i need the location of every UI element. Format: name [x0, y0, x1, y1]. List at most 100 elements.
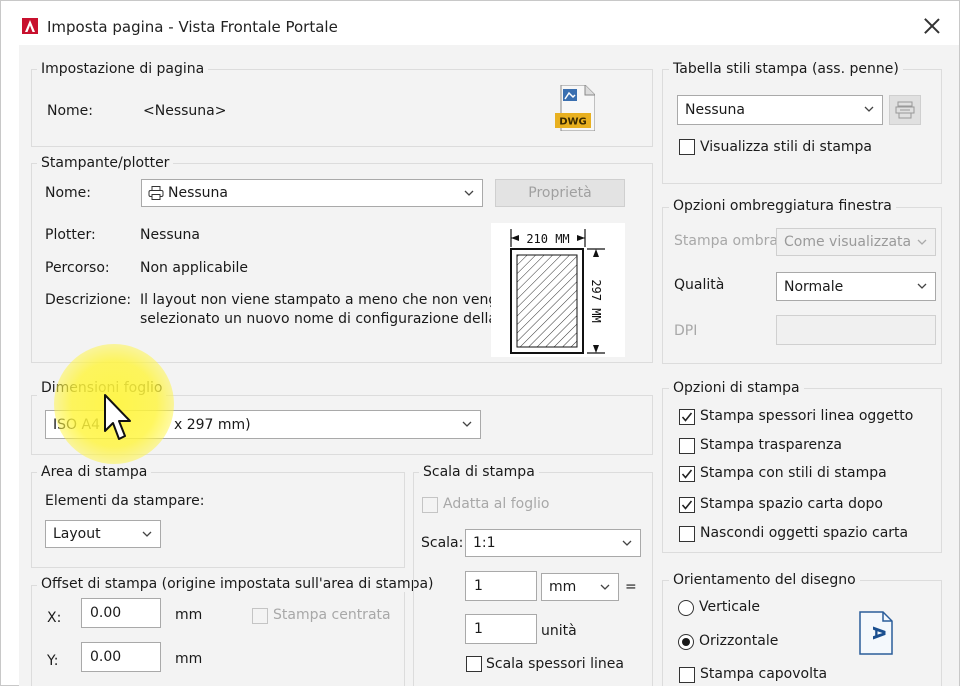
chevron-down-icon: [864, 104, 874, 114]
dpi-input[interactable]: [776, 315, 936, 345]
what-to-plot-value: Layout: [53, 526, 101, 542]
edit-plot-style-icon: [895, 101, 915, 119]
dpi-label: DPI: [674, 323, 698, 339]
plot-upside-down-checkbox[interactable]: [679, 667, 695, 683]
chevron-down-icon: [462, 419, 472, 429]
page-setup-group-label: Impostazione di pagina: [37, 61, 209, 77]
plot-options-group-label: Opzioni di stampa: [669, 380, 804, 396]
center-plot-label: Stampa centrata: [273, 607, 391, 623]
plot-option-label: Stampa spazio carta dopo: [700, 496, 883, 512]
shade-plot-value: Come visualizzata: [784, 234, 912, 250]
path-value: Non applicabile: [140, 260, 249, 276]
plot-scale-group-label: Scala di stampa: [419, 464, 539, 480]
page-setup-name-value: <Nessuna>: [143, 103, 227, 119]
autocad-app-icon: [22, 18, 38, 34]
center-plot-checkbox[interactable]: [252, 608, 268, 624]
window-title: Imposta pagina - Vista Frontale Portale: [47, 18, 338, 36]
scale-unit-select[interactable]: mm: [541, 573, 619, 601]
printer-group-label: Stampante/plotter: [37, 155, 174, 171]
preview-height-label: 297 MM: [589, 279, 603, 322]
orientation-glyph: A: [868, 626, 888, 640]
dwg-icon-text: DWG: [559, 117, 587, 128]
checkmark-icon: [681, 500, 693, 510]
paper-size-value-left: ISO A4: [53, 417, 100, 433]
dwg-file-icon: DWG: [555, 85, 595, 131]
offset-x-input[interactable]: 0.00: [81, 598, 161, 628]
edit-plot-style-button[interactable]: [889, 95, 921, 125]
title-bar: Imposta pagina - Vista Frontale Portale: [1, 1, 959, 45]
portrait-radio[interactable]: [678, 600, 694, 616]
quality-label: Qualità: [674, 277, 725, 293]
page-setup-dialog: Imposta pagina - Vista Frontale Portale …: [0, 0, 960, 686]
plot-object-lineweights-checkbox[interactable]: [679, 409, 695, 425]
chevron-down-icon: [464, 188, 474, 198]
paper-size-preview: 210 MM 297 MM: [491, 223, 625, 357]
plot-option-label: Stampa trasparenza: [700, 437, 842, 453]
plot-transparency-checkbox[interactable]: [679, 438, 695, 454]
what-to-plot-label: Elementi da stampare:: [45, 493, 205, 509]
paper-size-group-label: Dimensioni foglio: [37, 380, 167, 396]
printer-name-select[interactable]: Nessuna: [141, 179, 483, 207]
plot-style-table-group: [662, 69, 942, 184]
plot-area-group-label: Area di stampa: [37, 464, 152, 480]
scale-value2-input[interactable]: 1: [465, 614, 537, 644]
path-label: Percorso:: [45, 260, 110, 276]
scale-value1-input[interactable]: 1: [465, 571, 537, 601]
properties-button[interactable]: Proprietà: [495, 179, 625, 207]
orientation-preview-icon: A: [859, 611, 893, 655]
display-plot-styles-checkbox[interactable]: [679, 139, 695, 155]
what-to-plot-select[interactable]: Layout: [45, 520, 161, 548]
chevron-down-icon: [917, 237, 927, 247]
printer-name-value: Nessuna: [168, 185, 228, 201]
plot-option-label: Nascondi oggetti spazio carta: [700, 525, 909, 541]
scale-equals: =: [625, 579, 637, 595]
offset-y-label: Y:: [47, 653, 59, 669]
description-label: Descrizione:: [45, 292, 132, 308]
scale-label: Scala:: [421, 535, 464, 551]
landscape-radio[interactable]: [678, 634, 694, 650]
shaded-viewport-group-label: Opzioni ombreggiatura finestra: [669, 198, 896, 214]
scale-lineweights-checkbox[interactable]: [466, 656, 482, 672]
chevron-down-icon: [142, 529, 152, 539]
plotter-label: Plotter:: [45, 227, 96, 243]
display-plot-styles-label: Visualizza stili di stampa: [700, 139, 873, 155]
scale-unit-value: mm: [549, 579, 577, 595]
paper-size-select[interactable]: ISO A4 x 297 mm): [45, 410, 481, 439]
shade-plot-select[interactable]: Come visualizzata: [776, 228, 936, 256]
plot-option-label: Stampa spessori linea oggetto: [700, 408, 914, 424]
dialog-body: Impostazione di pagina Nome: <Nessuna> D…: [19, 45, 959, 686]
portrait-label: Verticale: [699, 599, 761, 615]
quality-value: Normale: [784, 279, 844, 295]
scale-select[interactable]: 1:1: [465, 529, 641, 557]
shade-plot-label: Stampa ombra: [674, 233, 778, 249]
scale-value: 1:1: [473, 535, 496, 551]
plotter-value: Nessuna: [140, 227, 200, 243]
preview-width-label: 210 MM: [526, 232, 569, 246]
fit-to-paper-checkbox[interactable]: [422, 497, 438, 513]
page-setup-name-label: Nome:: [47, 103, 94, 119]
fit-to-paper-label: Adatta al foglio: [443, 496, 550, 512]
plot-style-table-group-label: Tabella stili stampa (ass. penne): [669, 61, 903, 77]
plot-style-table-select[interactable]: Nessuna: [677, 95, 883, 125]
close-icon[interactable]: [921, 15, 943, 37]
plot-upside-down-label: Stampa capovolta: [700, 666, 828, 682]
chevron-down-icon: [917, 281, 927, 291]
plot-with-styles-checkbox[interactable]: [679, 466, 695, 482]
checkmark-icon: [681, 412, 693, 422]
offset-x-label: X:: [47, 610, 62, 626]
plot-style-table-value: Nessuna: [685, 102, 745, 118]
offset-y-unit: mm: [175, 651, 203, 667]
description-line-2: selezionato un nuovo nome di configurazi…: [140, 311, 497, 327]
chevron-down-icon: [600, 582, 610, 592]
description-line-1: Il layout non viene stampato a meno che …: [140, 292, 506, 308]
checkmark-icon: [681, 469, 693, 479]
paper-size-value-right: x 297 mm): [174, 417, 251, 433]
plot-offset-group-label: Offset di stampa (origine impostata sull…: [37, 576, 438, 592]
printer-name-label: Nome:: [45, 185, 92, 201]
scale-lineweights-label: Scala spessori linea: [486, 656, 624, 672]
hide-paperspace-objects-checkbox[interactable]: [679, 526, 695, 542]
offset-y-input[interactable]: 0.00: [81, 642, 161, 672]
chevron-down-icon: [622, 538, 632, 548]
plot-paperspace-last-checkbox[interactable]: [679, 497, 695, 513]
quality-select[interactable]: Normale: [776, 272, 936, 301]
